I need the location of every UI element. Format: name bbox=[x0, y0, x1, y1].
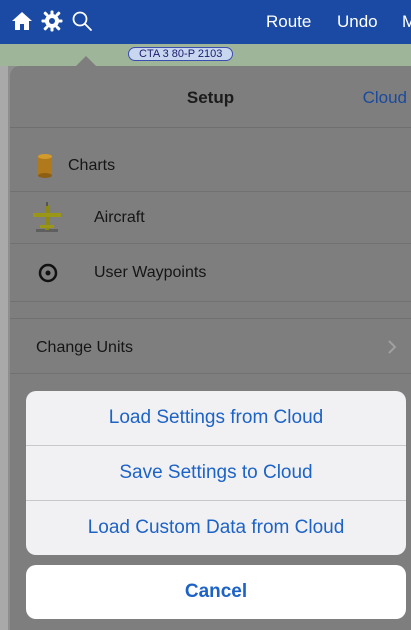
setup-item-label: Aircraft bbox=[94, 209, 145, 226]
cloud-button[interactable]: Cloud bbox=[363, 88, 407, 108]
save-settings-to-cloud-button[interactable]: Save Settings to Cloud bbox=[26, 446, 406, 500]
setup-item-label: Change Units bbox=[36, 339, 133, 356]
setup-item-label: User Waypoints bbox=[94, 264, 207, 281]
map-airspace-label: CTA 3 80-P 2103 bbox=[128, 47, 234, 61]
setup-item-label: Charts bbox=[68, 157, 116, 174]
setup-item-charts[interactable]: Charts bbox=[10, 140, 411, 192]
overflow-menu-button[interactable]: M bbox=[402, 12, 411, 32]
action-sheet: Load Settings from Cloud Save Settings t… bbox=[26, 391, 406, 555]
route-button[interactable]: Route bbox=[266, 12, 311, 32]
undo-button[interactable]: Undo bbox=[337, 12, 378, 32]
setup-item-aircraft[interactable]: Aircraft bbox=[10, 192, 411, 244]
setup-item-user-waypoints[interactable]: User Waypoints bbox=[10, 244, 411, 302]
cancel-button[interactable]: Cancel bbox=[26, 565, 406, 619]
map-view-strip: CTA 3 80-P 2103 bbox=[0, 44, 411, 66]
popover-header: Setup Cloud bbox=[10, 66, 411, 128]
load-custom-data-from-cloud-button[interactable]: Load Custom Data from Cloud bbox=[26, 501, 406, 555]
gear-icon[interactable] bbox=[40, 8, 64, 34]
chevron-right-icon bbox=[387, 339, 397, 360]
load-settings-from-cloud-button[interactable]: Load Settings from Cloud bbox=[26, 391, 406, 445]
top-navigation-bar: Route Undo M bbox=[0, 0, 411, 44]
map-edge bbox=[0, 66, 8, 630]
airplane-icon bbox=[30, 201, 64, 235]
waypoint-icon bbox=[36, 261, 60, 285]
setup-item-change-units[interactable]: Change Units bbox=[10, 318, 411, 374]
database-icon bbox=[34, 153, 56, 179]
home-icon[interactable] bbox=[10, 8, 34, 34]
popover-title: Setup bbox=[186, 88, 235, 107]
search-icon[interactable] bbox=[70, 8, 94, 34]
